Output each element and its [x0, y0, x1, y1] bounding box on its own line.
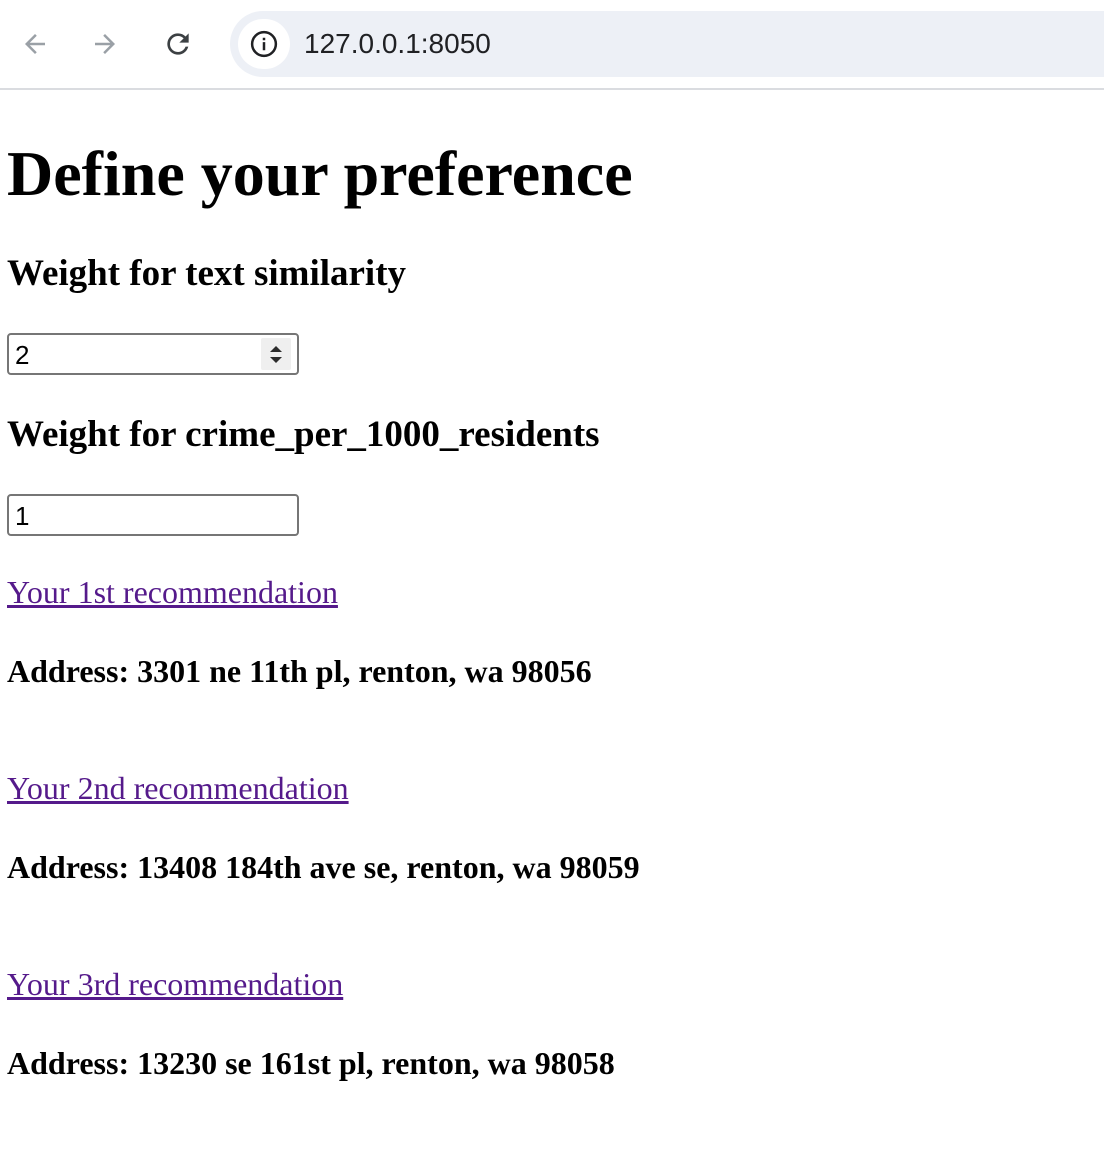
forward-button[interactable]	[83, 22, 127, 66]
reload-icon	[167, 33, 189, 55]
page-title: Define your preference	[7, 138, 633, 209]
text-similarity-label: Weight for text similarity	[7, 253, 407, 294]
recommendation-link-2[interactable]: Your 2nd recommendation	[7, 768, 349, 808]
recommendation-link-1[interactable]: Your 1st recommendation	[7, 572, 338, 612]
text-similarity-weight-value: 2	[15, 340, 30, 370]
spinner-arrows-icon	[270, 346, 282, 363]
crime-weight-input[interactable]: 1	[7, 494, 299, 536]
arrow-left-icon	[25, 34, 45, 54]
recommendation-address-2: Address: 13408 184th ave se, renton, wa …	[7, 849, 640, 885]
recommendation-address-1: Address: 3301 ne 11th pl, renton, wa 980…	[7, 653, 592, 689]
recommendation-link-3[interactable]: Your 3rd recommendation	[7, 964, 343, 1004]
number-spinner[interactable]	[261, 338, 291, 370]
crime-weight-value: 1	[15, 501, 30, 531]
url-text[interactable]: 127.0.0.1:8050	[304, 25, 491, 63]
text-similarity-weight-input[interactable]: 2	[7, 333, 299, 375]
address-bar[interactable]: 127.0.0.1:8050	[230, 11, 1104, 77]
back-button[interactable]	[13, 22, 57, 66]
reload-button[interactable]	[156, 22, 200, 66]
site-info-button[interactable]	[238, 19, 290, 69]
browser-toolbar: 127.0.0.1:8050	[0, 0, 1104, 90]
arrow-right-icon	[95, 34, 115, 54]
recommendation-address-3: Address: 13230 se 161st pl, renton, wa 9…	[7, 1045, 615, 1081]
crime-weight-label: Weight for crime_per_1000_residents	[7, 414, 600, 455]
info-icon	[250, 30, 278, 58]
